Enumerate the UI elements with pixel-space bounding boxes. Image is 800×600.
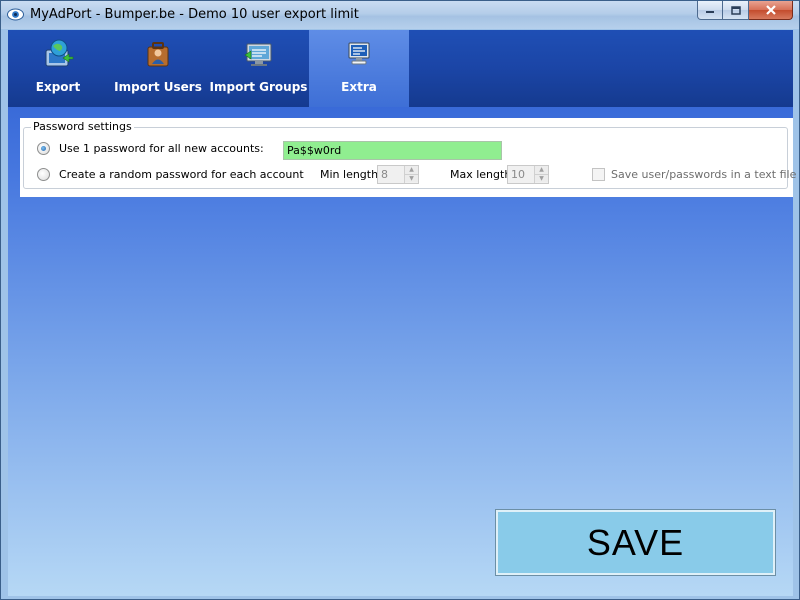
briefcase-users-icon	[147, 42, 169, 67]
title-bar[interactable]: MyAdPort - Bumper.be - Demo 10 user expo…	[1, 1, 799, 29]
chevron-up-icon: ▲	[539, 166, 544, 173]
tab-import-groups[interactable]: Import Groups	[208, 30, 309, 107]
chevron-down-icon: ▼	[409, 174, 414, 182]
password-settings-panel: Password settings Use 1 password for all…	[20, 118, 796, 197]
tab-import-users[interactable]: Import Users	[108, 30, 208, 107]
min-length-value: 8	[381, 168, 388, 181]
random-password-radio[interactable]	[37, 168, 50, 181]
tab-strip: Export Import Users Import Groups Extra	[8, 30, 793, 107]
single-password-label[interactable]: Use 1 password for all new accounts:	[59, 142, 264, 155]
tab-extra-label: Extra	[341, 80, 377, 94]
max-length-value: 10	[511, 168, 525, 181]
password-input[interactable]: Pa$$w0rd	[283, 141, 502, 160]
chevron-up-icon: ▲	[409, 166, 414, 173]
tab-export[interactable]: Export	[8, 30, 108, 107]
save-text-file-checkbox[interactable]	[592, 168, 605, 181]
min-length-down-button[interactable]: ▼	[405, 174, 418, 182]
maximize-button[interactable]	[723, 1, 749, 20]
globe-export-icon	[45, 39, 74, 67]
max-length-down-button[interactable]: ▼	[535, 174, 548, 182]
random-password-label[interactable]: Create a random password for each accoun…	[59, 168, 304, 181]
max-length-stepper[interactable]: 10 ▲ ▼	[507, 165, 549, 184]
close-icon	[765, 5, 776, 15]
monitor-extra-icon	[348, 42, 370, 65]
max-length-label: Max length	[450, 168, 512, 181]
save-text-file-label[interactable]: Save user/passwords in a text file	[611, 168, 796, 181]
max-length-up-button[interactable]: ▲	[535, 166, 548, 174]
client-area: Export Import Users Import Groups Extra …	[8, 30, 796, 596]
close-button[interactable]	[749, 1, 793, 20]
tab-import-groups-label: Import Groups	[209, 80, 308, 94]
chevron-down-icon: ▼	[539, 174, 544, 182]
min-length-stepper[interactable]: 8 ▲ ▼	[377, 165, 419, 184]
save-button[interactable]: SAVE	[495, 509, 776, 576]
single-password-radio[interactable]	[37, 142, 50, 155]
password-settings-group: Password settings Use 1 password for all…	[23, 120, 796, 189]
minimize-icon	[706, 11, 714, 13]
tab-extra[interactable]: Extra	[309, 30, 409, 107]
tab-export-label: Export	[35, 80, 81, 94]
window-controls	[697, 1, 793, 21]
app-window: MyAdPort - Bumper.be - Demo 10 user expo…	[0, 0, 800, 600]
tab-import-users-label: Import Users	[114, 80, 202, 94]
minimize-button[interactable]	[697, 1, 723, 20]
password-settings-legend: Password settings	[31, 120, 134, 133]
monitor-groups-icon	[243, 43, 271, 66]
eye-app-icon	[7, 8, 24, 21]
window-title: MyAdPort - Bumper.be - Demo 10 user expo…	[30, 7, 359, 22]
maximize-icon	[730, 5, 741, 15]
min-length-up-button[interactable]: ▲	[405, 166, 418, 174]
save-button-label: SAVE	[586, 521, 685, 563]
min-length-label: Min length	[320, 168, 379, 181]
